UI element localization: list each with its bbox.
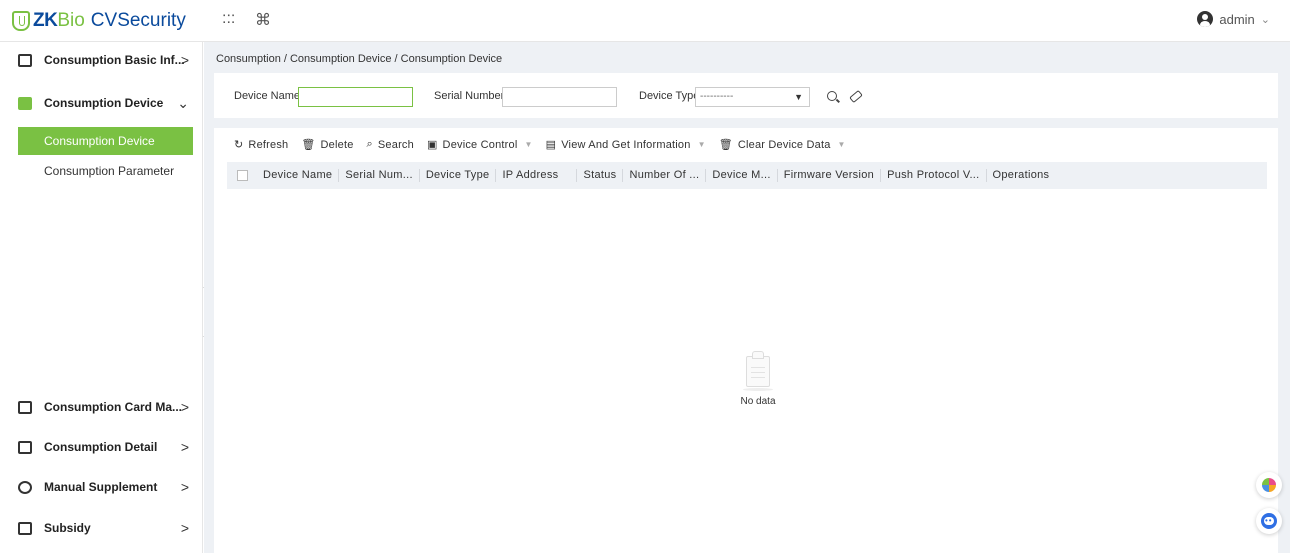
command-icon[interactable]: ⌘ bbox=[255, 10, 271, 30]
chevron-down-icon: ⌄ bbox=[177, 94, 189, 111]
top-bar: ZK Bio CVSecurity ::: ⌘ admin ⌄ bbox=[0, 0, 1290, 42]
sidebar-item-label: Consumption Basic Inf... bbox=[44, 53, 185, 67]
empty-clipboard-icon bbox=[743, 350, 773, 391]
view-info-dropdown[interactable]: ▤ View And Get Information ▼ bbox=[545, 138, 706, 152]
chatbot-button[interactable] bbox=[1256, 508, 1282, 534]
calendar-icon bbox=[18, 53, 32, 67]
column-header[interactable]: Status bbox=[577, 169, 624, 182]
content-panel: ↻ Refresh 🗑 Delete ⌕ Search ▣ Device Con… bbox=[214, 128, 1278, 553]
detail-icon bbox=[18, 440, 32, 454]
serial-number-input[interactable] bbox=[502, 87, 617, 107]
sidebar: Consumption Basic Inf... > Consumption D… bbox=[0, 42, 203, 553]
refresh-icon: ↻ bbox=[234, 139, 244, 151]
submenu-consumption-parameter[interactable]: Consumption Parameter bbox=[18, 157, 193, 185]
column-header[interactable]: Serial Num... bbox=[339, 169, 420, 182]
eraser-icon bbox=[849, 89, 863, 103]
robot-icon bbox=[1261, 513, 1277, 529]
device-control-dropdown[interactable]: ▣ Device Control ▼ bbox=[426, 138, 533, 152]
logo-bio-text: Bio bbox=[57, 10, 85, 31]
clear-device-data-dropdown[interactable]: 🗑 Clear Device Data ▼ bbox=[718, 138, 846, 152]
sidebar-item-label: Consumption Detail bbox=[44, 440, 158, 454]
device-name-input[interactable] bbox=[298, 87, 413, 107]
sidebar-item-label: Consumption Device bbox=[44, 96, 164, 110]
monitor-icon: ▣ bbox=[426, 139, 438, 151]
search-icon bbox=[827, 91, 837, 101]
user-menu[interactable]: admin ⌄ bbox=[1197, 11, 1270, 27]
empty-state: No data bbox=[708, 350, 808, 407]
logo-zk-text: ZK bbox=[33, 10, 58, 31]
card-icon bbox=[18, 400, 32, 414]
brain-icon bbox=[1262, 478, 1276, 492]
supplement-icon bbox=[18, 480, 32, 494]
delete-button[interactable]: 🗑 Delete bbox=[301, 138, 354, 152]
search-button[interactable] bbox=[822, 86, 842, 106]
device-icon bbox=[18, 96, 32, 110]
caret-down-icon: ▼ bbox=[794, 92, 803, 102]
view-info-label: View And Get Information bbox=[561, 138, 691, 151]
clear-data-label: Clear Device Data bbox=[737, 138, 831, 151]
column-header[interactable]: Device Name bbox=[257, 169, 340, 182]
breadcrumb: Consumption / Consumption Device / Consu… bbox=[216, 53, 503, 65]
apps-grid-icon[interactable]: ::: bbox=[222, 10, 235, 28]
filter-panel: Device Name Serial Number Device Type --… bbox=[214, 73, 1278, 118]
chevron-right-icon: > bbox=[180, 439, 189, 455]
sidebar-item-consumption-detail[interactable]: Consumption Detail > bbox=[0, 430, 203, 464]
submenu-label: Consumption Device bbox=[44, 134, 155, 148]
search-label: Search bbox=[377, 138, 414, 151]
device-name-label: Device Name bbox=[234, 90, 301, 102]
sidebar-item-label: Subsidy bbox=[44, 521, 91, 535]
sidebar-item-consumption-card-management[interactable]: Consumption Card Ma... > bbox=[0, 390, 203, 424]
trash-icon: 🗑 bbox=[301, 139, 316, 151]
toolbar: ↻ Refresh 🗑 Delete ⌕ Search ▣ Device Con… bbox=[234, 138, 859, 151]
delete-label: Delete bbox=[320, 138, 354, 151]
device-control-label: Device Control bbox=[442, 138, 518, 151]
sidebar-item-subsidy[interactable]: Subsidy > bbox=[0, 511, 203, 545]
ai-assistant-button[interactable] bbox=[1256, 472, 1282, 498]
column-header[interactable]: Push Protocol V... bbox=[881, 169, 987, 182]
trash-icon: 🗑 bbox=[718, 139, 733, 151]
main-content: Consumption / Consumption Device / Consu… bbox=[204, 42, 1290, 553]
column-header[interactable]: Number Of ... bbox=[623, 169, 707, 182]
search-icon: ⌕ bbox=[366, 138, 373, 150]
serial-number-label: Serial Number bbox=[434, 90, 505, 102]
column-header[interactable]: Firmware Version bbox=[778, 169, 882, 182]
clear-filter-button[interactable] bbox=[846, 86, 866, 106]
select-all-checkbox[interactable] bbox=[237, 170, 248, 181]
empty-text: No data bbox=[740, 396, 776, 407]
user-name: admin bbox=[1219, 11, 1255, 27]
subsidy-icon bbox=[18, 521, 32, 535]
chevron-right-icon: > bbox=[180, 479, 189, 495]
sidebar-item-consumption-device[interactable]: Consumption Device ⌄ bbox=[0, 86, 203, 120]
device-type-value: ---------- bbox=[700, 91, 734, 102]
caret-down-icon: ▼ bbox=[837, 140, 846, 149]
shield-logo-icon bbox=[12, 11, 30, 31]
sidebar-item-consumption-basic-info[interactable]: Consumption Basic Inf... > bbox=[0, 43, 203, 77]
search-toolbar-button[interactable]: ⌕ Search bbox=[367, 138, 414, 151]
logo-product-text: CVSecurity bbox=[90, 10, 186, 31]
column-header[interactable]: IP Address bbox=[496, 169, 578, 182]
device-type-select[interactable]: ---------- ▼ bbox=[695, 87, 810, 107]
column-header[interactable]: Operations bbox=[987, 169, 1056, 182]
caret-down-icon: ▼ bbox=[697, 140, 706, 149]
sidebar-item-label: Consumption Card Ma... bbox=[44, 400, 182, 414]
chevron-right-icon: > bbox=[180, 52, 189, 68]
chevron-down-icon: ⌄ bbox=[1260, 13, 1270, 26]
sidebar-item-label: Manual Supplement bbox=[44, 480, 158, 494]
sidebar-item-manual-supplement[interactable]: Manual Supplement > bbox=[0, 470, 203, 504]
table-header: Device Name Serial Num... Device Type IP… bbox=[227, 162, 1267, 189]
info-doc-icon: ▤ bbox=[545, 139, 557, 151]
caret-down-icon: ▼ bbox=[524, 140, 533, 149]
chevron-right-icon: > bbox=[180, 399, 189, 415]
user-avatar-icon bbox=[1197, 11, 1214, 27]
chevron-right-icon: > bbox=[180, 520, 189, 536]
submenu-consumption-device[interactable]: Consumption Device bbox=[18, 127, 193, 155]
refresh-label: Refresh bbox=[248, 138, 289, 151]
app-logo[interactable]: ZK Bio CVSecurity bbox=[12, 9, 186, 33]
column-header[interactable]: Device M... bbox=[706, 169, 778, 182]
refresh-button[interactable]: ↻ Refresh bbox=[234, 138, 289, 152]
column-header[interactable]: Device Type bbox=[420, 169, 497, 182]
device-type-label: Device Type bbox=[639, 90, 700, 102]
submenu-label: Consumption Parameter bbox=[44, 164, 175, 178]
